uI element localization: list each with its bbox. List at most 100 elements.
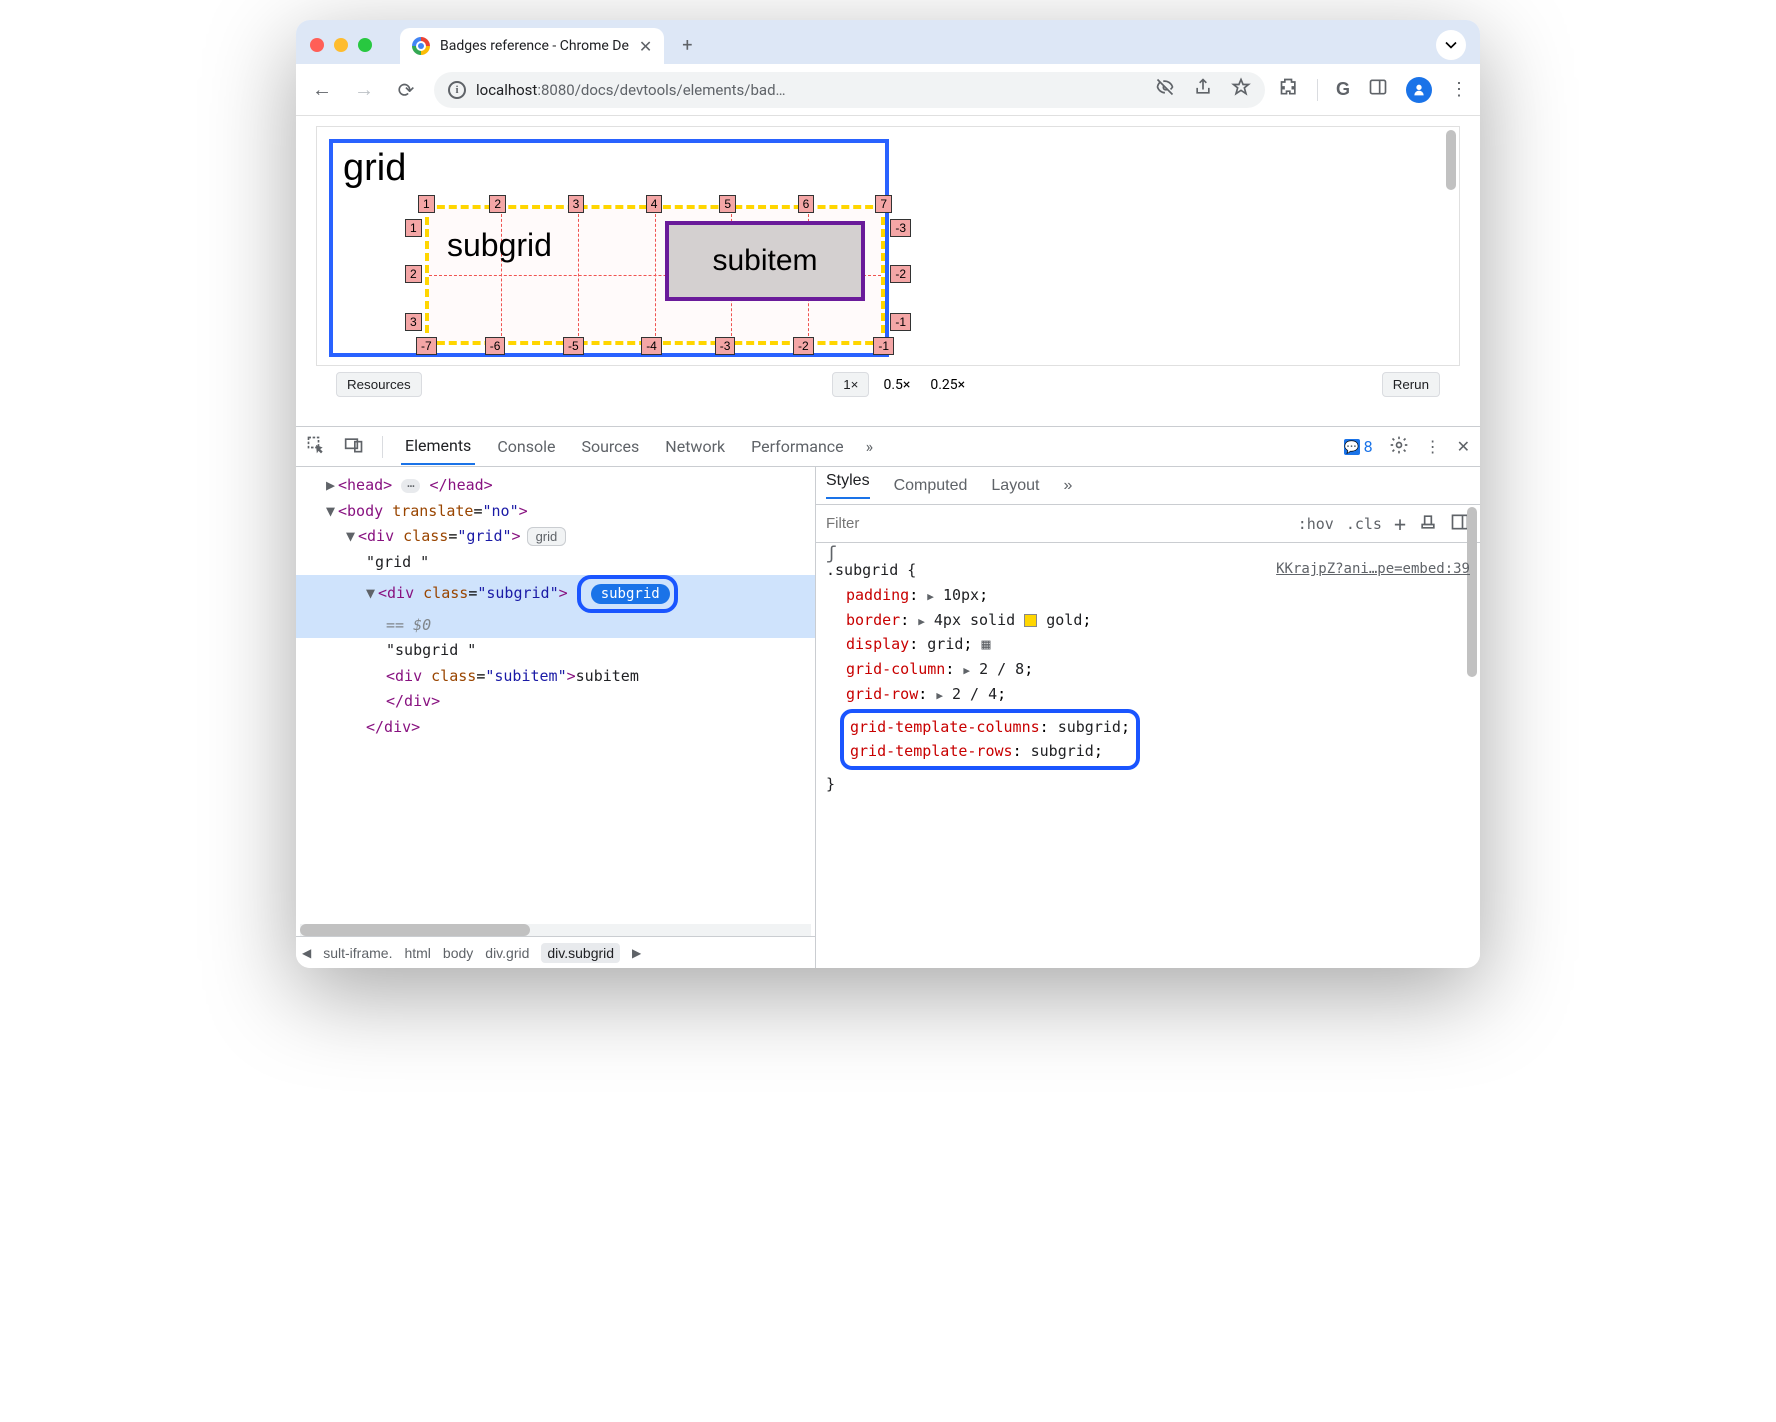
new-tab-button[interactable]: + <box>672 30 702 60</box>
zoom-1x-button[interactable]: 1× <box>832 372 869 397</box>
source-link[interactable]: KKrajpZ?ani…pe=embed:39 <box>1276 558 1470 581</box>
tab-layout[interactable]: Layout <box>991 477 1039 495</box>
device-icon[interactable] <box>344 435 364 459</box>
tab-performance[interactable]: Performance <box>747 429 848 464</box>
close-tab-button[interactable]: ✕ <box>639 37 652 56</box>
dom-node-body[interactable]: ▼<body translate="no"> <box>296 499 815 525</box>
google-icon[interactable]: G <box>1336 79 1350 100</box>
reload-button[interactable]: ⟳ <box>392 78 420 102</box>
grid-line-number: 5 <box>719 195 736 213</box>
chrome-favicon <box>412 37 430 55</box>
subgrid-text: subgrid <box>447 227 552 264</box>
css-selector[interactable]: .subgrid { <box>826 561 916 579</box>
styles-filter-input[interactable] <box>816 515 1298 532</box>
kebab-icon[interactable]: ⋮ <box>1425 437 1441 456</box>
menu-icon[interactable]: ⋮ <box>1450 79 1468 100</box>
zoom-025x-button[interactable]: 0.25× <box>924 377 971 393</box>
dom-node-grid[interactable]: ▼<div class="grid">grid <box>296 524 815 550</box>
subgrid-badge[interactable]: subgrid <box>591 584 670 604</box>
tab-computed[interactable]: Computed <box>894 477 968 495</box>
settings-icon[interactable] <box>1389 435 1409 459</box>
grid-line-number: 3 <box>405 313 422 331</box>
dom-node-subgrid-selected[interactable]: ▼<div class="subgrid"> subgrid <box>296 575 815 613</box>
css-prop-padding[interactable]: padding: ▶ 10px; <box>826 583 1470 608</box>
forward-button[interactable]: → <box>350 77 378 102</box>
browser-toolbar: ← → ⟳ i localhost:8080/docs/devtools/ele… <box>296 64 1480 116</box>
sidepanel-icon[interactable] <box>1368 77 1388 102</box>
new-rule-icon[interactable]: + <box>1394 512 1406 536</box>
crumb-html[interactable]: html <box>404 945 430 961</box>
viewport-scrollbar[interactable] <box>1446 130 1456 190</box>
tab-sources[interactable]: Sources <box>577 429 643 464</box>
tab-console[interactable]: Console <box>493 429 559 464</box>
crumb-body[interactable]: body <box>443 945 473 961</box>
css-prop-gtc[interactable]: grid-template-columns: subgrid; <box>850 715 1130 740</box>
crumb-left-icon[interactable]: ◀ <box>302 946 311 960</box>
close-devtools-icon[interactable]: ✕ <box>1457 437 1470 456</box>
styles-rules[interactable]: ʃ .subgrid {KKrajpZ?ani…pe=embed:39 padd… <box>816 543 1480 968</box>
maximize-window-button[interactable] <box>358 38 372 52</box>
breadcrumb: ◀ sult-iframe. html body div.grid div.su… <box>296 936 815 968</box>
tab-elements[interactable]: Elements <box>401 428 475 465</box>
tab-search-button[interactable] <box>1436 30 1466 60</box>
grid-line-number: 1 <box>418 195 435 213</box>
grid-editor-icon[interactable]: ▦ <box>981 635 990 653</box>
address-bar[interactable]: i localhost:8080/docs/devtools/elements/… <box>434 72 1265 108</box>
more-tabs-icon[interactable]: » <box>1063 477 1072 495</box>
color-swatch-gold[interactable] <box>1024 614 1037 627</box>
extensions-icon[interactable] <box>1279 77 1299 102</box>
grid-text: grid <box>333 143 885 194</box>
star-icon[interactable] <box>1231 77 1251 102</box>
grid-container-overlay: grid 1 2 3 4 5 6 7 <box>329 139 889 357</box>
issues-badge[interactable]: 💬 8 <box>1344 437 1373 456</box>
subgrid-overlay: 1 2 3 4 5 6 7 1 2 3 -3 -2 -1 <box>425 205 885 345</box>
styles-pane: Styles Computed Layout » :hov .cls + <box>816 467 1480 968</box>
grid-line-number: 3 <box>568 195 585 213</box>
crumb-iframe[interactable]: sult-iframe. <box>323 945 392 961</box>
brush-icon[interactable] <box>1418 512 1438 536</box>
rerun-button[interactable]: Rerun <box>1382 372 1440 397</box>
dom-horizontal-scrollbar[interactable] <box>300 924 811 936</box>
css-prop-grid-row[interactable]: grid-row: ▶ 2 / 4; <box>826 682 1470 707</box>
dom-node-head[interactable]: ▶<head> ⋯ </head> <box>296 473 815 499</box>
grid-line-number: -2 <box>793 337 814 355</box>
browser-tab[interactable]: Badges reference - Chrome De ✕ <box>400 28 664 64</box>
crumb-grid[interactable]: div.grid <box>485 945 529 961</box>
crumb-right-icon[interactable]: ▶ <box>632 946 641 960</box>
minimize-window-button[interactable] <box>334 38 348 52</box>
site-info-icon[interactable]: i <box>448 81 466 99</box>
inspect-icon[interactable] <box>306 435 326 459</box>
css-prop-display[interactable]: display: grid; ▦ <box>826 632 1470 657</box>
close-window-button[interactable] <box>310 38 324 52</box>
chat-icon: 💬 <box>1344 439 1360 455</box>
dom-close-div[interactable]: </div> <box>296 689 815 715</box>
elements-dom-tree[interactable]: ▶<head> ⋯ </head> ▼<body translate="no">… <box>296 467 816 968</box>
styles-filter-bar: :hov .cls + <box>816 505 1480 543</box>
zoom-05x-button[interactable]: 0.5× <box>877 377 916 393</box>
css-prop-gtr[interactable]: grid-template-rows: subgrid; <box>850 739 1130 764</box>
hov-button[interactable]: :hov <box>1298 515 1334 533</box>
crumb-subgrid[interactable]: div.subgrid <box>541 943 620 963</box>
dom-text-subgrid[interactable]: "subgrid " <box>296 638 815 664</box>
dom-text-grid[interactable]: "grid " <box>296 550 815 576</box>
share-icon[interactable] <box>1193 77 1213 102</box>
grid-line-number: -3 <box>890 219 911 237</box>
tab-title: Badges reference - Chrome De <box>440 38 629 54</box>
resources-button[interactable]: Resources <box>336 372 422 397</box>
grid-line-number: 2 <box>489 195 506 213</box>
tab-network[interactable]: Network <box>661 429 729 464</box>
grid-badge[interactable]: grid <box>527 527 567 546</box>
more-tabs-icon[interactable]: » <box>866 437 874 456</box>
css-prop-grid-column[interactable]: grid-column: ▶ 2 / 8; <box>826 657 1470 682</box>
devtools-tab-bar: Elements Console Sources Network Perform… <box>296 427 1480 467</box>
grid-line-number: 2 <box>405 265 422 283</box>
tab-styles[interactable]: Styles <box>826 472 870 499</box>
eye-off-icon[interactable] <box>1155 77 1175 102</box>
cls-button[interactable]: .cls <box>1346 515 1382 533</box>
dom-close-div[interactable]: </div> <box>296 715 815 741</box>
profile-avatar[interactable] <box>1406 77 1432 103</box>
dom-node-subitem[interactable]: <div class="subitem">subitem <box>296 664 815 690</box>
back-button[interactable]: ← <box>308 77 336 102</box>
css-prop-border[interactable]: border: ▶ 4px solid gold; <box>826 608 1470 633</box>
url-text: localhost:8080/docs/devtools/elements/ba… <box>476 81 786 99</box>
